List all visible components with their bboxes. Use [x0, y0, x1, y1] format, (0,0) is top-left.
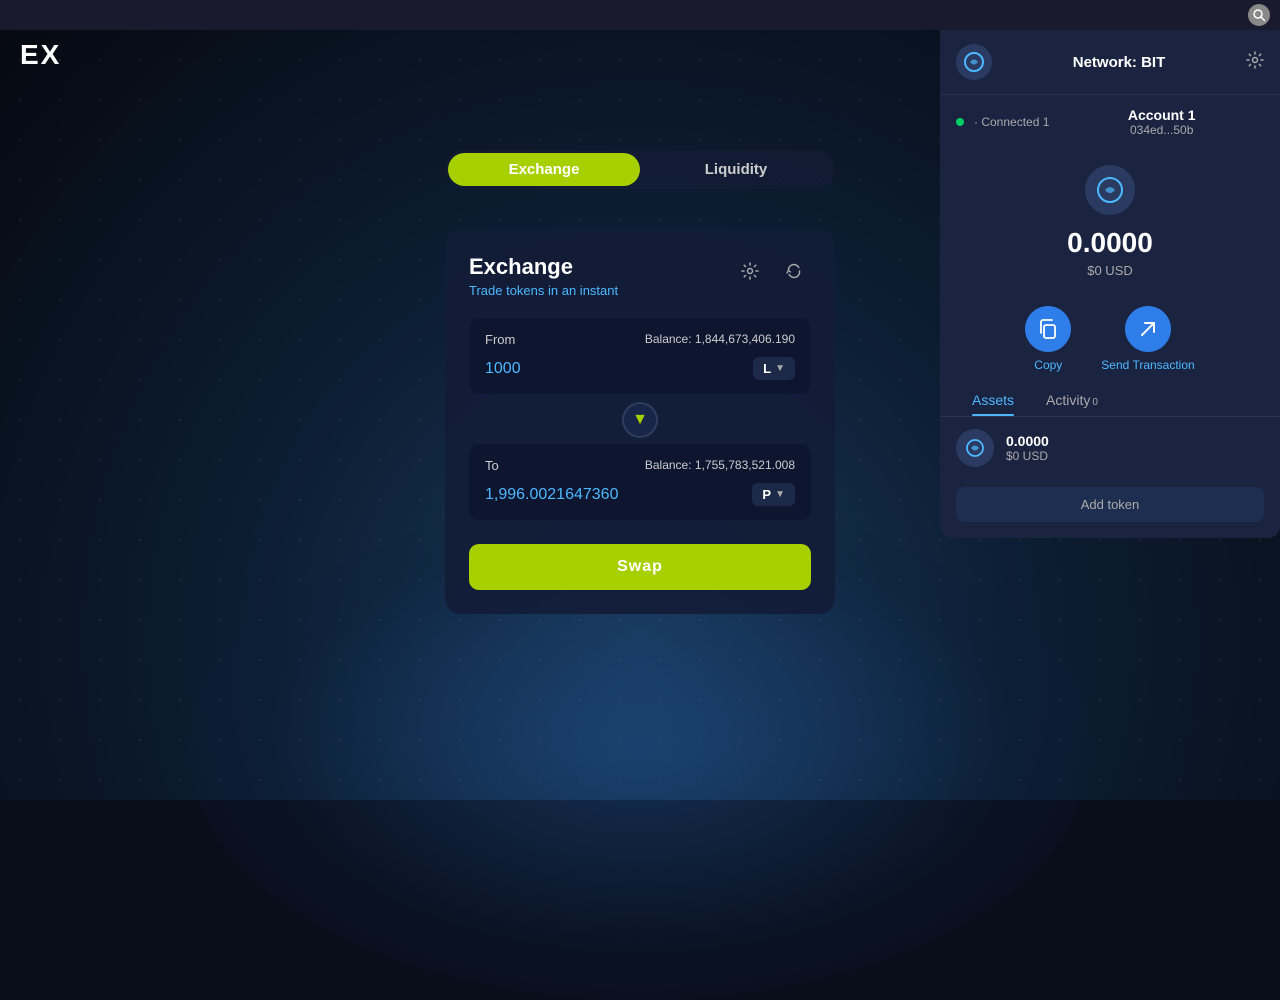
asset-usd: $0 USD [1006, 449, 1264, 463]
exchange-title-block: Exchange Trade tokens in an instant [469, 254, 618, 298]
wallet-popup: Network: BIT · Connected 1 Account 1 034… [940, 30, 1280, 538]
swap-center: ▼ [469, 402, 811, 438]
from-token-chevron: ▼ [775, 363, 785, 374]
to-input[interactable] [485, 486, 745, 504]
wallet-account-row: · Connected 1 Account 1 034ed...50b [940, 95, 1280, 149]
wallet-asset-tabs: Assets Activity0 [940, 384, 1280, 417]
tab-assets[interactable]: Assets [956, 384, 1030, 416]
to-balance: Balance: 1,755,783,521.008 [645, 458, 795, 473]
from-label: From [485, 332, 515, 347]
send-transaction-action[interactable]: Send Transaction [1101, 306, 1194, 372]
from-field-top: From Balance: 1,844,673,406.190 [485, 332, 795, 347]
exchange-icons [733, 254, 811, 288]
send-transaction-label: Send Transaction [1101, 358, 1194, 372]
wallet-balance-usd: $0 USD [956, 263, 1264, 278]
activity-badge: 0 [1092, 397, 1098, 408]
copy-icon-circle [1025, 306, 1071, 352]
wallet-logo-icon [956, 44, 992, 80]
asset-item: 0.0000 $0 USD [940, 417, 1280, 479]
swap-direction-button[interactable]: ▼ [622, 402, 658, 438]
asset-info: 0.0000 $0 USD [1006, 433, 1264, 463]
from-token-selector[interactable]: L ▼ [753, 357, 795, 380]
swap-button[interactable]: Swap [469, 544, 811, 590]
account-address: 034ed...50b [1059, 123, 1264, 137]
account-name: Account 1 [1059, 107, 1264, 123]
to-token-label: P [762, 487, 771, 502]
wallet-balance-value: 0.0000 [956, 227, 1264, 259]
wallet-gear-icon[interactable] [1246, 51, 1264, 74]
send-icon-circle [1125, 306, 1171, 352]
tab-activity[interactable]: Activity0 [1030, 384, 1114, 416]
wallet-network-label: Network: BIT [1073, 54, 1166, 71]
to-field-section: To Balance: 1,755,783,521.008 P ▼ [469, 444, 811, 520]
wallet-main-icon [1085, 165, 1135, 215]
exchange-card: Exchange Trade tokens in an instant Fro [445, 230, 835, 614]
asset-icon [956, 429, 994, 467]
refresh-icon[interactable] [777, 254, 811, 288]
to-token-chevron: ▼ [775, 489, 785, 500]
wallet-actions: Copy Send Transaction [940, 294, 1280, 384]
to-field-bottom: P ▼ [485, 483, 795, 506]
copy-action[interactable]: Copy [1025, 306, 1071, 372]
from-balance: Balance: 1,844,673,406.190 [645, 332, 795, 347]
tab-exchange[interactable]: Exchange [448, 153, 640, 186]
to-field-top: To Balance: 1,755,783,521.008 [485, 458, 795, 473]
settings-icon[interactable] [733, 254, 767, 288]
add-token-button[interactable]: Add token [956, 487, 1264, 522]
copy-label: Copy [1034, 358, 1062, 372]
browser-icon [1248, 4, 1270, 26]
to-token-selector[interactable]: P ▼ [752, 483, 795, 506]
to-label: To [485, 458, 499, 473]
exchange-card-header: Exchange Trade tokens in an instant [469, 254, 811, 298]
asset-amount: 0.0000 [1006, 433, 1264, 449]
from-input[interactable] [485, 360, 745, 378]
wallet-balance-section: 0.0000 $0 USD [940, 149, 1280, 294]
from-field-bottom: L ▼ [485, 357, 795, 380]
from-field-section: From Balance: 1,844,673,406.190 L ▼ [469, 318, 811, 394]
exchange-tabs: Exchange Liquidity [445, 150, 835, 189]
account-info: Account 1 034ed...50b [1059, 107, 1264, 137]
exchange-card-subtitle: Trade tokens in an instant [469, 283, 618, 298]
tab-liquidity[interactable]: Liquidity [640, 153, 832, 186]
from-token-label: L [763, 361, 771, 376]
browser-topbar [0, 0, 1280, 30]
connected-text: · Connected 1 [974, 115, 1049, 129]
exchange-card-title: Exchange [469, 254, 618, 280]
wallet-header: Network: BIT [940, 30, 1280, 95]
app-logo: EX [20, 39, 61, 71]
connected-dot [956, 118, 964, 126]
